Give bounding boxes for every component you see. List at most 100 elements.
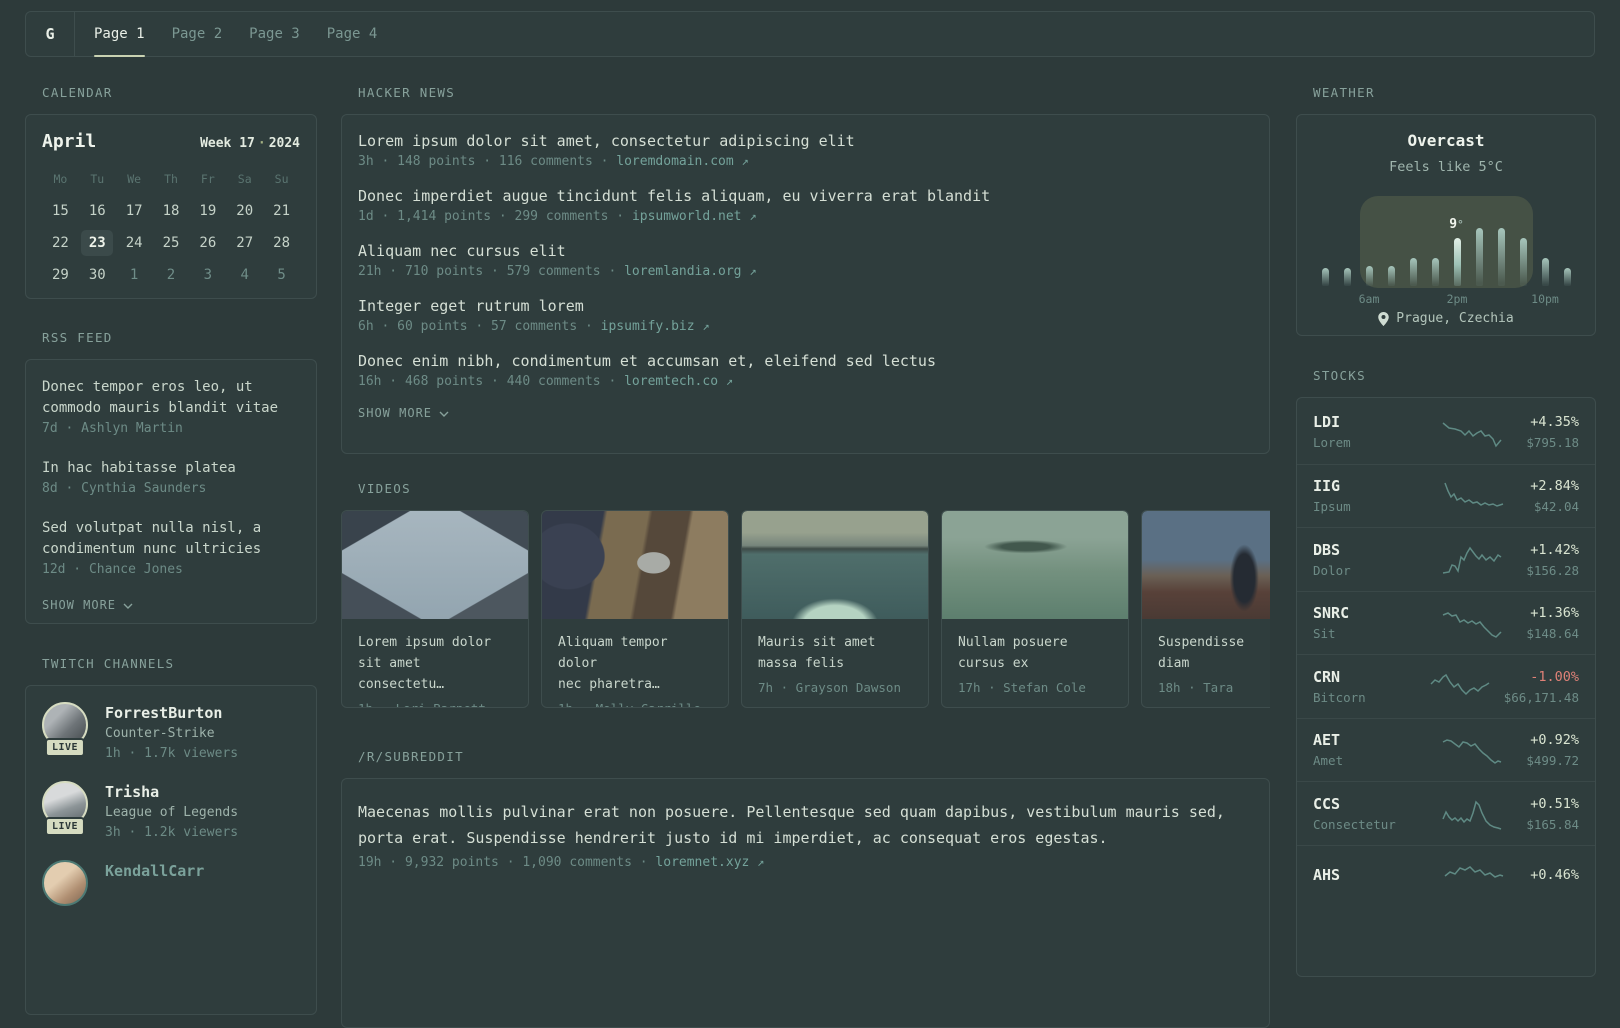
subreddit-post-title[interactable]: Maecenas mollis pulvinar erat non posuer… xyxy=(358,799,1253,851)
calendar-day: 21 xyxy=(273,203,290,219)
video-thumbnail[interactable] xyxy=(1142,511,1270,619)
twitch-channel-row[interactable]: LIVE Trisha League of Legends 3h · 1.2k … xyxy=(42,781,300,843)
stock-price: $499.72 xyxy=(1526,753,1579,769)
rss-item: Sed volutpat nulla nisl, a condimentum n… xyxy=(42,518,300,577)
hn-item-stats: 16h · 468 points · 440 comments · xyxy=(358,374,617,389)
tab-page-4[interactable]: Page 4 xyxy=(327,12,378,56)
hn-item-domain-link[interactable]: loremdomain.com xyxy=(616,154,733,169)
subreddit-post-meta: 19h · 9,932 points · 1,090 comments · lo… xyxy=(358,855,1253,870)
chevron-down-icon xyxy=(439,411,449,417)
video-title[interactable]: Aliquam tempor dolor nec pharetra… xyxy=(558,632,712,695)
hn-item-title[interactable]: Integer eget rutrum lorem xyxy=(358,295,1253,317)
stock-price: $66,171.48 xyxy=(1503,689,1579,705)
video-thumbnail[interactable] xyxy=(342,511,528,619)
tab-page-2[interactable]: Page 2 xyxy=(172,12,223,56)
hn-item-title[interactable]: Donec imperdiet augue tincidunt felis al… xyxy=(358,185,1253,207)
stock-row[interactable]: LDI Lorem +4.35% $795.18 xyxy=(1297,400,1595,464)
hn-item-stats: 3h · 148 points · 116 comments · xyxy=(358,154,609,169)
twitch-section-title: TWITCH CHANNELS xyxy=(42,656,175,671)
video-card[interactable]: Aliquam tempor dolor nec pharetra… 1h · … xyxy=(541,510,729,708)
stock-sparkline xyxy=(1439,860,1509,894)
hn-item: Aliquam nec cursus elit 21h · 710 points… xyxy=(358,240,1253,279)
stock-name: Ipsum xyxy=(1313,499,1351,515)
stock-row[interactable]: DBS Dolor +1.42% $156.28 xyxy=(1297,527,1595,591)
right-column: WEATHER Overcast Feels like 5°C 9° 6am 2p… xyxy=(1296,79,1596,977)
hn-item-meta: 1d · 1,414 points · 299 comments · ipsum… xyxy=(358,209,1253,224)
external-link-icon: ↗ xyxy=(749,209,757,223)
video-card[interactable]: Mauris sit amet massa felis 7h · Grayson… xyxy=(741,510,929,708)
day-of-week-label: Th xyxy=(164,172,178,186)
video-thumbnail[interactable] xyxy=(542,511,728,619)
weather-bar xyxy=(1519,238,1527,286)
weather-bar-chart: 9° 6am 2pm 10pm xyxy=(1321,196,1571,306)
video-title[interactable]: Suspendisse diam xyxy=(1158,632,1270,674)
day-of-week-label: Su xyxy=(274,172,289,186)
weather-bar xyxy=(1453,238,1461,286)
avatar-wrap: LIVE xyxy=(42,781,90,843)
external-link-icon: ↗ xyxy=(749,264,757,278)
stock-row[interactable]: IIG Ipsum +2.84% $42.04 xyxy=(1297,463,1595,528)
tab-page-3[interactable]: Page 3 xyxy=(249,12,300,56)
video-card[interactable]: Nullam posuere cursus ex 17h · Stefan Co… xyxy=(941,510,1129,708)
chevron-down-icon xyxy=(123,603,133,609)
hn-show-more-button[interactable]: SHOW MORE xyxy=(358,406,1253,420)
subreddit-section-title: /R/SUBREDDIT xyxy=(358,749,464,764)
stock-row[interactable]: CCS Consectetur +0.51% $165.84 xyxy=(1297,781,1595,845)
stock-row[interactable]: AHS +0.46% xyxy=(1297,844,1595,909)
stock-row[interactable]: SNRC Sit +1.36% $148.64 xyxy=(1297,590,1595,655)
calendar-day: 29 xyxy=(51,267,69,283)
video-thumbnail[interactable] xyxy=(942,511,1128,619)
hn-item-domain-link[interactable]: ipsumworld.net xyxy=(632,209,742,224)
weather-location: Prague, Czechia xyxy=(1396,311,1514,326)
stock-name: Consectetur xyxy=(1313,816,1396,832)
hn-item-domain-link[interactable]: loremlandia.org xyxy=(624,264,741,279)
rss-item-title[interactable]: In hac habitasse platea xyxy=(42,458,300,479)
hn-item-domain-link[interactable]: ipsumify.biz xyxy=(601,319,695,334)
stock-change: +0.46% xyxy=(1530,866,1579,883)
external-link-icon: ↗ xyxy=(757,855,765,869)
twitch-channel-name[interactable]: KendallCarr xyxy=(105,860,204,882)
hn-item-title[interactable]: Aliquam nec cursus elit xyxy=(358,240,1253,262)
calendar-grid: 15 16 17 18 19 20 21 22 23 24 25 26 27 28 29 30 1 2 3 4 5 xyxy=(42,198,300,288)
tab-page-1[interactable]: Page 1 xyxy=(94,12,145,57)
hn-item-domain-link[interactable]: loremtech.co xyxy=(624,374,718,389)
calendar-day: 15 xyxy=(51,203,69,219)
weather-hour-label: 2pm xyxy=(1446,292,1468,306)
hn-item-title[interactable]: Donec enim nibh, condimentum et accumsan… xyxy=(358,350,1253,372)
calendar-day: 5 xyxy=(277,267,286,283)
external-link-icon: ↗ xyxy=(725,374,734,388)
twitch-channel-name[interactable]: ForrestBurton xyxy=(105,702,238,724)
app-logo[interactable]: G xyxy=(26,12,75,56)
weather-hour-label: 10pm xyxy=(1531,292,1559,306)
rss-item-meta: 8d · Cynthia Saunders xyxy=(42,481,207,496)
video-title[interactable]: Mauris sit amet massa felis xyxy=(758,632,912,674)
day-of-week-label: Mo xyxy=(53,172,68,186)
subreddit-domain-link[interactable]: loremnet.xyz xyxy=(655,855,749,870)
live-badge: LIVE xyxy=(44,738,86,757)
rss-item-title[interactable]: Donec tempor eros leo, ut commodo mauris… xyxy=(42,377,300,419)
video-thumbnail[interactable] xyxy=(742,511,928,619)
stocks-section-title: STOCKS xyxy=(1313,368,1366,383)
twitch-channel-row[interactable]: LIVE ForrestBurton Counter-Strike 1h · 1… xyxy=(42,702,300,764)
video-card[interactable]: Suspendisse diam 18h · Tara xyxy=(1141,510,1270,708)
day-of-week-label: We xyxy=(127,172,142,186)
video-title[interactable]: Nullam posuere cursus ex xyxy=(958,632,1112,674)
hn-item-stats: 1d · 1,414 points · 299 comments · xyxy=(358,209,625,224)
day-of-week-label: Sa xyxy=(237,172,252,186)
hn-item-title[interactable]: Lorem ipsum dolor sit amet, consectetur … xyxy=(358,130,1253,152)
video-card[interactable]: Lorem ipsum dolor sit amet consectetu… 1… xyxy=(341,510,529,708)
rss-show-more-button[interactable]: SHOW MORE xyxy=(42,598,300,612)
external-link-icon: ↗ xyxy=(702,319,710,333)
twitch-channel-name[interactable]: Trisha xyxy=(105,781,238,803)
calendar-header: April Week 17 · 2024 xyxy=(42,131,300,152)
hn-item: Donec enim nibh, condimentum et accumsan… xyxy=(358,350,1253,389)
daylight-highlight xyxy=(1359,196,1533,288)
stock-name: Dolor xyxy=(1313,562,1351,578)
twitch-channel-row[interactable]: KendallCarr xyxy=(42,860,300,922)
stock-row[interactable]: AET Amet +0.92% $499.72 xyxy=(1297,717,1595,782)
rss-item-meta: 7d · Ashlyn Martin xyxy=(42,421,183,436)
stock-row[interactable]: CRN Bitcorn -1.00% $66,171.48 xyxy=(1297,654,1595,718)
subreddit-widget: Maecenas mollis pulvinar erat non posuer… xyxy=(341,778,1270,1028)
video-title[interactable]: Lorem ipsum dolor sit amet consectetu… xyxy=(358,632,512,695)
rss-item-title[interactable]: Sed volutpat nulla nisl, a condimentum n… xyxy=(42,518,300,560)
